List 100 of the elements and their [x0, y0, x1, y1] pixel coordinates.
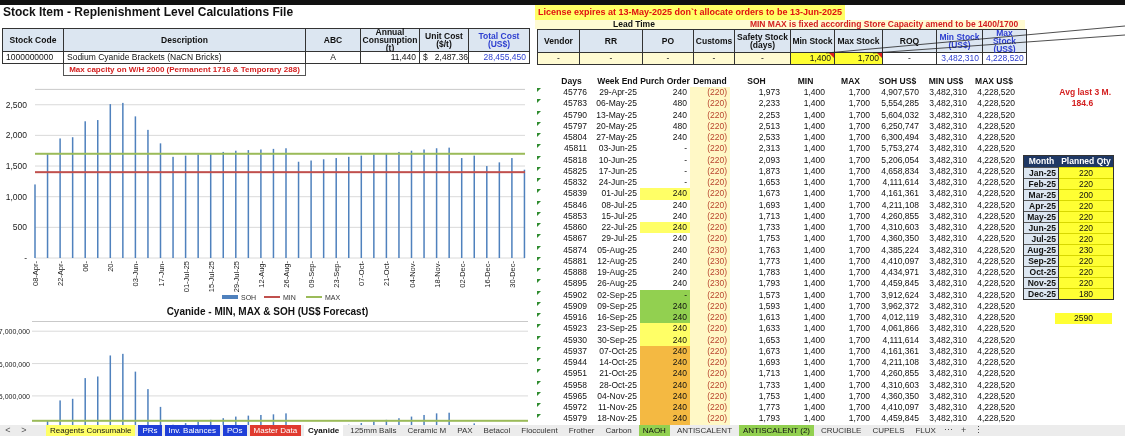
- sheet-tab[interactable]: POs: [222, 425, 247, 436]
- table-cell-text: 4,228,520: [976, 188, 1016, 200]
- sheet-tab[interactable]: PRs: [138, 425, 162, 436]
- table-cell-text: 45853: [562, 210, 588, 222]
- sheet-tab[interactable]: Reagents Consumable: [46, 425, 136, 436]
- sheet-tab[interactable]: ANTISCALENT (2): [739, 425, 814, 436]
- table-cell-text: 24-Jun-25: [597, 177, 638, 189]
- table-cell: (220): [690, 87, 730, 99]
- table-cell-text: 1,700: [847, 98, 871, 110]
- table-cell: (220): [690, 402, 730, 414]
- table-cell-text: 1,693: [757, 199, 781, 211]
- table-cell-text: 4,211,108: [880, 199, 920, 211]
- table-cell-text: 2,533: [757, 132, 781, 144]
- table-cell-text: 4,228,520: [976, 210, 1016, 222]
- table-cell-text: 1,400: [802, 222, 826, 234]
- table-cell: (220): [690, 233, 730, 245]
- table-cell: 220: [1059, 255, 1113, 266]
- table-cell-text: 1,783: [757, 267, 781, 279]
- tab-control-button[interactable]: +: [956, 425, 971, 436]
- table-cell: 220: [1059, 178, 1113, 189]
- table-cell-text: 3,482,310: [928, 109, 968, 121]
- nav-button[interactable]: <: [0, 425, 16, 436]
- table-cell-text: 02-Sep-25: [596, 289, 638, 301]
- table-cell-text: 4,012,119: [880, 312, 920, 324]
- column-header: Safety Stock (days): [735, 30, 790, 52]
- column-header: MAX US$: [974, 75, 1014, 87]
- table-cell-text: 4,228,520: [976, 199, 1016, 211]
- table-cell: (220): [690, 222, 730, 234]
- table-cell: 28,455,450: [469, 52, 529, 63]
- table-cell-text: 1,700: [847, 210, 871, 222]
- table-cell: 240: [640, 402, 690, 414]
- table-cell-text: 6,250,747: [880, 120, 920, 132]
- table-cell: 3,482,310: [937, 53, 982, 64]
- table-cell: (220): [690, 379, 730, 391]
- table-cell-text: 1,700: [847, 120, 871, 132]
- average-value: 184.6: [1070, 98, 1095, 109]
- table-cell-text: 45867: [562, 233, 588, 245]
- axis-label: 1,000: [5, 191, 27, 202]
- table-cell-text: 4,111,614: [881, 334, 920, 346]
- table-cell: (230): [690, 278, 730, 290]
- tab-control-button[interactable]: ⋯: [939, 425, 957, 436]
- table-cell-text: 12-Aug-25: [596, 255, 638, 267]
- table-cell-text: 06-May-25: [595, 98, 638, 110]
- table-cell-text: 45902: [562, 289, 588, 301]
- table-cell-text: 4,410,097: [880, 255, 920, 267]
- table-cell-text: 1,633: [757, 323, 781, 335]
- table-cell-text: 1,400: [802, 267, 826, 279]
- table-cell-text: 1,700: [847, 255, 871, 267]
- table-cell-text: 3,482,310: [928, 267, 968, 279]
- sheet-tab[interactable]: Master Data: [249, 425, 302, 436]
- table-cell-text: 4,228,520: [976, 222, 1016, 234]
- table-cell-text: 45944: [562, 357, 588, 369]
- column-header: SOH: [746, 75, 767, 87]
- table-cell-text: 1,773: [757, 255, 781, 267]
- table-cell-text: 3,482,310: [928, 368, 968, 380]
- table-cell-text: 4,228,520: [976, 357, 1016, 369]
- table-cell-text: 240: [671, 244, 688, 256]
- table-cell-text: 21-Oct-25: [598, 368, 638, 380]
- table-cell-text: 240: [671, 109, 688, 121]
- table-cell-text: 1,400: [802, 289, 826, 301]
- table-cell-text: 3,482,310: [928, 199, 968, 211]
- table-cell-text: 3,482,310: [928, 413, 968, 425]
- column-header: Week End: [596, 75, 639, 87]
- table-cell-text: 1,763: [757, 244, 781, 256]
- column-header: Vendor: [538, 30, 579, 52]
- sheet-tab[interactable]: NAOH: [638, 425, 670, 436]
- table-cell-text: 4,228,520: [976, 312, 1016, 324]
- table-cell-text: 1,753: [757, 390, 781, 402]
- table-cell-text: 3,962,372: [880, 300, 920, 312]
- table-cell-text: 04-Nov-25: [596, 390, 638, 402]
- table-cell-text: 3,482,310: [928, 143, 968, 155]
- table-cell-text: 1,400: [802, 390, 826, 402]
- table-cell: 180: [1059, 288, 1113, 299]
- table-cell-text: 1,700: [847, 312, 871, 324]
- table-cell-text: 18-Nov-25: [596, 413, 638, 425]
- sheet-tab[interactable]: Cyanide: [304, 425, 344, 436]
- table-cell: (220): [690, 98, 730, 110]
- table-cell: -: [580, 53, 642, 64]
- table-cell-text: 1,400: [802, 368, 826, 380]
- table-cell-text: 1,593: [757, 300, 781, 312]
- table-cell-text: 1,400: [802, 300, 826, 312]
- table-cell-text: 01-Jul-25: [600, 188, 638, 200]
- table-cell: (220): [690, 312, 730, 324]
- table-cell-text: 4,228,520: [976, 177, 1016, 189]
- table-cell-text: 1,653: [757, 177, 781, 189]
- table-cell-text: 4,161,361: [880, 345, 920, 357]
- table-cell-text: 4,228,520: [976, 165, 1016, 177]
- table-cell-text: 1,400: [802, 177, 826, 189]
- axis-label: 500: [12, 222, 27, 233]
- nav-button[interactable]: >: [16, 425, 32, 436]
- table-cell: -: [694, 53, 734, 64]
- table-cell-text: 45790: [562, 109, 588, 121]
- table-cell-text: 4,310,603: [880, 222, 920, 234]
- table-cell-text: 17-Jun-25: [597, 165, 638, 177]
- tab-control-button[interactable]: ⋮: [970, 425, 988, 436]
- sheet-tab[interactable]: Inv. Balances: [164, 425, 220, 436]
- table-cell-text: 3,482,310: [928, 244, 968, 256]
- table-cell: 1,400: [791, 53, 834, 64]
- table-cell-text: 1,700: [847, 244, 871, 256]
- table-cell-text: 1,400: [802, 233, 826, 245]
